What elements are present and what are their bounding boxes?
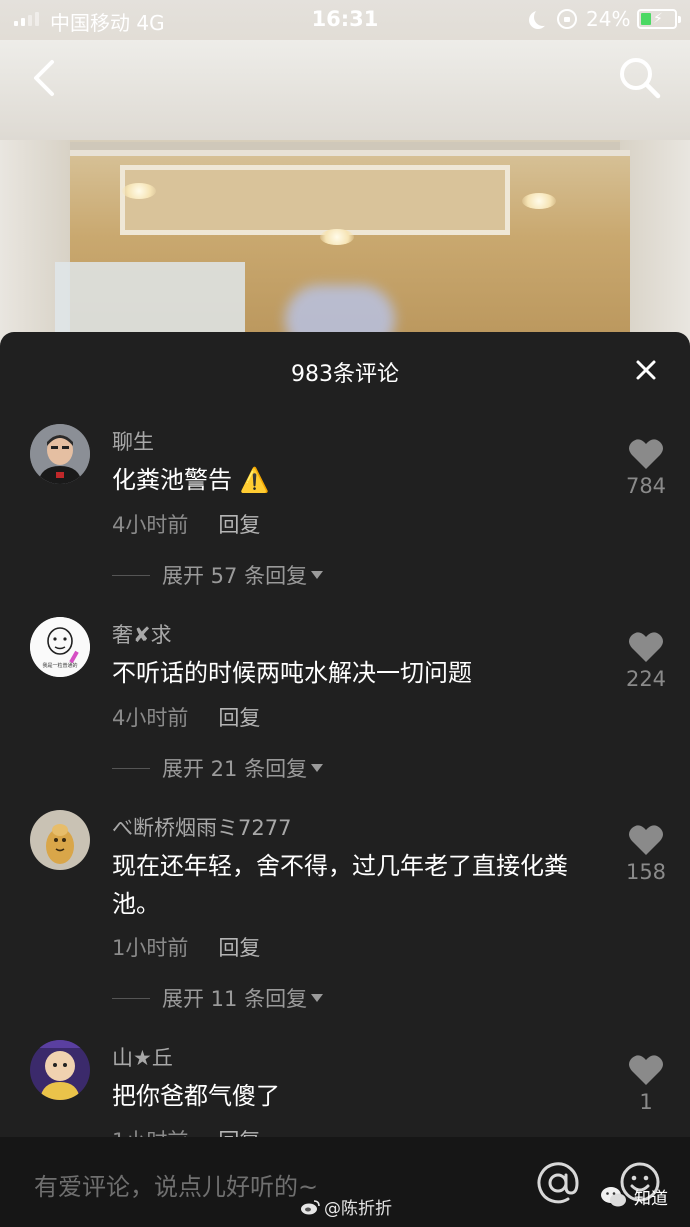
heart-icon (629, 632, 663, 662)
right-wall (620, 140, 690, 360)
heart-icon (629, 1055, 663, 1085)
ceiling-lamp (522, 193, 556, 209)
weibo-icon (301, 1199, 320, 1214)
ceiling-lamp (122, 183, 156, 199)
comment-meta: 4小时前 回复 (112, 702, 260, 732)
like-count: 784 (625, 474, 667, 498)
expand-replies-button[interactable]: 展开 11 条回复 (112, 983, 324, 1013)
battery-icon: ⚡ (637, 9, 681, 29)
weibo-handle: @陈折折 (324, 1199, 392, 1219)
orientation-lock-icon (557, 9, 577, 29)
heart-icon (629, 825, 663, 855)
close-button[interactable] (628, 352, 664, 388)
comment-time: 1小时前 (112, 936, 189, 960)
reply-button[interactable]: 回复 (218, 513, 260, 537)
comment-text: 不听话的时候两吨水解决一切问题 (112, 659, 472, 687)
ceiling-inner-panel (120, 165, 510, 235)
search-icon (620, 58, 661, 99)
comment-text: 现在还年轻，舍不得，过几年老了直接化粪池。 (112, 852, 568, 918)
divider-line (112, 574, 150, 576)
avatar[interactable] (30, 424, 90, 484)
do-not-disturb-icon (534, 8, 552, 26)
comment-text: 化粪池警告 ⚠️ (112, 461, 602, 499)
comment-sheet: 983条评论 聊生 化粪池警告 ⚠️ 4小时前 回复 展开 57 条回复 784… (0, 332, 690, 1227)
meme-face-icon: 我是一粒普通的 (30, 617, 90, 677)
comment-username[interactable]: 聊生 (112, 426, 154, 456)
expand-replies-button[interactable]: 展开 57 条回复 (112, 560, 324, 590)
wechat-icon (601, 1186, 626, 1206)
chevron-down-icon (311, 994, 324, 1002)
heart-icon (629, 439, 663, 469)
avatar-caption: 我是一粒普通的 (42, 662, 77, 669)
video-background[interactable] (0, 0, 690, 360)
comment-meta: 1小时前 回复 (112, 932, 260, 962)
avatar[interactable] (30, 1040, 90, 1100)
expand-replies-label: 展开 21 条回复 (162, 757, 308, 781)
ceiling-lamp (320, 229, 354, 245)
like-button[interactable]: 784 (616, 438, 676, 498)
back-arrow-icon (34, 60, 54, 96)
avatar-photo-icon (30, 424, 90, 484)
expand-replies-label: 展开 57 条回复 (162, 564, 308, 588)
like-count: 224 (625, 667, 667, 691)
comment-input-placeholder[interactable]: 有爱评论，说点儿好听的~ (34, 1167, 318, 1202)
search-button[interactable] (616, 54, 664, 102)
cartoon-avatar-icon (30, 810, 90, 870)
reply-button[interactable]: 回复 (218, 706, 260, 730)
like-button[interactable]: 1 (616, 1054, 676, 1114)
wechat-watermark: 知道 (600, 1184, 668, 1209)
comment-meta: 4小时前 回复 (112, 509, 260, 539)
chevron-down-icon (311, 571, 324, 579)
comment-text: 把你爸都气傻了 (112, 1082, 280, 1110)
like-count: 158 (625, 860, 667, 884)
comment-username[interactable]: 山★丘 (112, 1042, 173, 1072)
comment-time: 4小时前 (112, 513, 189, 537)
expand-replies-label: 展开 11 条回复 (162, 987, 308, 1011)
ceiling (0, 40, 690, 140)
back-button[interactable] (26, 54, 66, 102)
comment-count-title: 983条评论 (291, 362, 399, 387)
wechat-account-name: 知道 (634, 1189, 668, 1209)
close-icon (636, 360, 656, 380)
divider-line (112, 767, 150, 769)
weibo-watermark: @陈折折 (300, 1194, 392, 1219)
divider-line (112, 997, 150, 999)
cartoon-avatar-icon (30, 1040, 90, 1100)
comment-username[interactable]: べ断桥烟雨ミ7277 (112, 812, 291, 842)
mention-button[interactable] (536, 1161, 580, 1205)
avatar[interactable]: 我是一粒普通的 (30, 617, 90, 677)
status-bar: 中国移动 4G 16:31 24% ⚡ (0, 0, 690, 40)
battery-percent: 24% (586, 7, 631, 31)
avatar[interactable] (30, 810, 90, 870)
comment-username[interactable]: 奢✘求 (112, 619, 172, 649)
like-count: 1 (639, 1090, 653, 1114)
chevron-down-icon (311, 764, 324, 772)
at-icon (537, 1162, 579, 1204)
comment-text-content: 化粪池警告 ⚠️ (112, 466, 270, 494)
like-button[interactable]: 224 (616, 631, 676, 691)
expand-replies-button[interactable]: 展开 21 条回复 (112, 753, 324, 783)
like-button[interactable]: 158 (616, 824, 676, 884)
comment-time: 4小时前 (112, 706, 189, 730)
ceiling-molding (70, 142, 630, 150)
reply-button[interactable]: 回复 (218, 936, 260, 960)
